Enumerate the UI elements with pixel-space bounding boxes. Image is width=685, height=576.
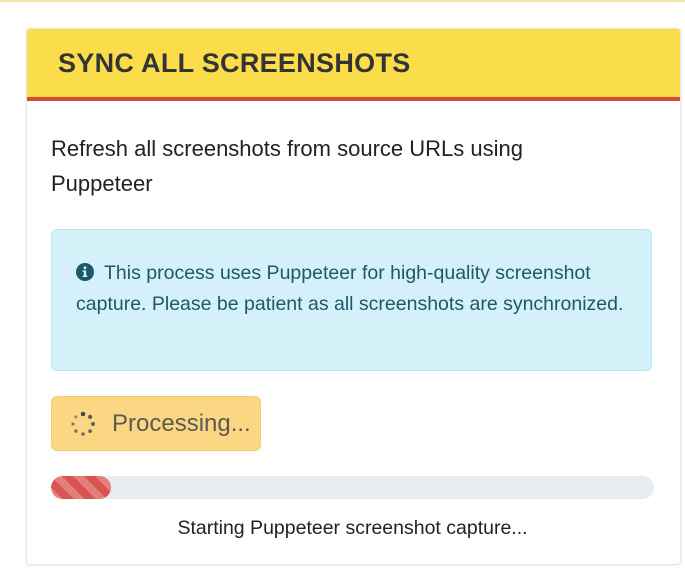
- progress-bar: [51, 476, 654, 499]
- processing-button-label: Processing...: [112, 409, 251, 437]
- info-circle-icon: [76, 260, 94, 281]
- spinner-icon: [70, 411, 96, 437]
- progress-bar-fill: [51, 476, 112, 499]
- sync-card: SYNC ALL SCREENSHOTS Refresh all screens…: [26, 28, 681, 565]
- card-header: SYNC ALL SCREENSHOTS: [27, 29, 680, 101]
- card-body: Refresh all screenshots from source URLs…: [27, 131, 680, 540]
- card-title: SYNC ALL SCREENSHOTS: [58, 47, 411, 78]
- progress-status-text: Starting Puppeteer screenshot capture...: [177, 517, 528, 539]
- top-divider: [0, 0, 685, 2]
- processing-button[interactable]: Processing...: [51, 396, 261, 451]
- alert-text: This process uses Puppeteer for high-qua…: [76, 262, 624, 315]
- info-alert: This process uses Puppeteer for high-qua…: [51, 229, 652, 371]
- card-description: Refresh all screenshots from source URLs…: [51, 136, 523, 196]
